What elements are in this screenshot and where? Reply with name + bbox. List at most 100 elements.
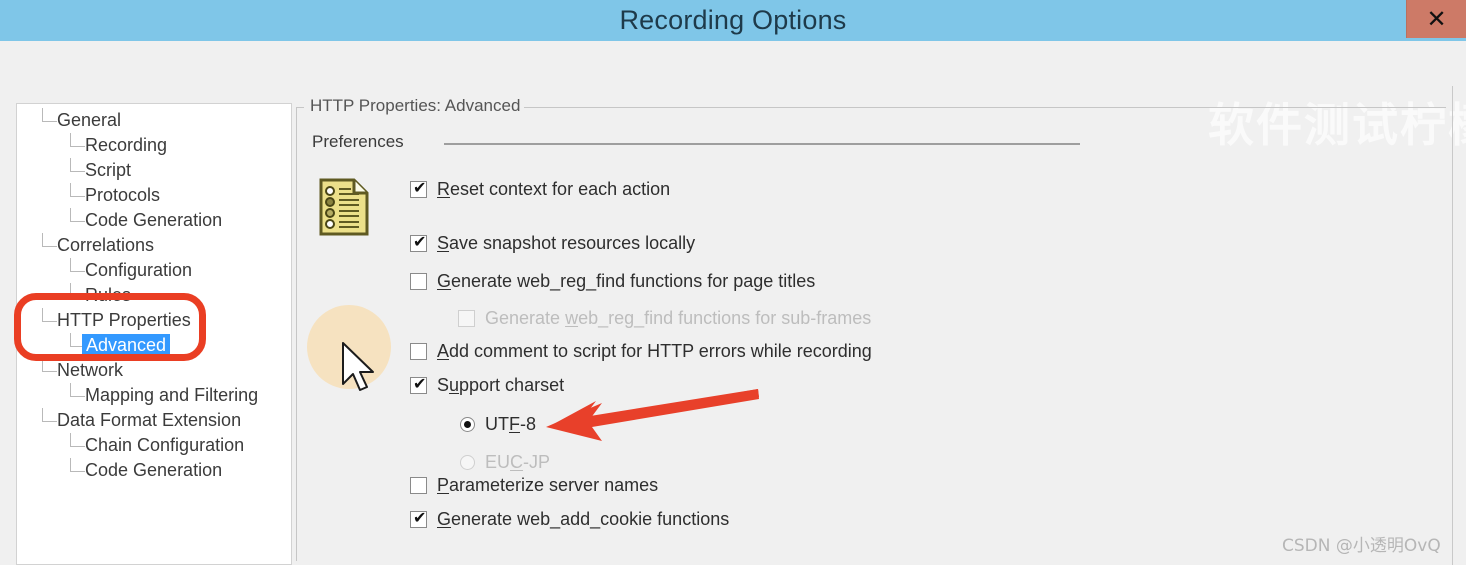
option-label-suffix: -8 xyxy=(520,413,537,434)
tree-item-data-format-extension[interactable]: Data Format Extension xyxy=(17,408,291,433)
tree-item-advanced[interactable]: Advanced xyxy=(17,333,291,358)
tree-item-general[interactable]: General xyxy=(17,108,291,133)
checkbox-generate-web-reg-find-sub-frames: Generate web_reg_find functions for sub-… xyxy=(458,306,871,330)
checkmark-icon: ✔ xyxy=(413,233,427,251)
option-label-suffix: eb_reg_find functions for sub-frames xyxy=(578,307,872,328)
preferences-section-title: Preferences xyxy=(312,132,404,151)
tree-connector xyxy=(42,108,57,122)
checkmark-icon: ✔ xyxy=(413,179,427,197)
checkbox-indicator-icon[interactable] xyxy=(410,476,427,494)
tree-item-label: Mapping and Filtering xyxy=(85,385,259,405)
groupbox-border-side xyxy=(296,107,297,561)
checkbox-indicator-icon[interactable]: ✔ xyxy=(410,179,427,198)
option-label: Reset context for each action xyxy=(437,179,670,200)
option-label-prefix: EU xyxy=(485,451,511,472)
tree-item-label: Script xyxy=(85,160,132,180)
settings-tree-panel[interactable]: General Recording Script Protocols Code Gene… xyxy=(16,103,292,565)
radio-charset-utf-8[interactable]: UTF-8 xyxy=(460,412,536,436)
settings-tree: General Recording Script Protocols Code Gene… xyxy=(17,108,291,483)
option-label-suffix: dd comment to script for HTTP errors whi… xyxy=(449,340,872,361)
checkbox-parameterize-server-names[interactable]: Parameterize server names xyxy=(410,473,658,497)
tree-item-correlations[interactable]: Correlations xyxy=(17,233,291,258)
tree-item-label: Configuration xyxy=(85,260,193,280)
checkbox-reset-context[interactable]: ✔ Reset context for each action xyxy=(410,177,670,201)
tree-item-script[interactable]: Script xyxy=(17,158,291,183)
tree-item-network[interactable]: Network xyxy=(17,358,291,383)
groupbox-border-top xyxy=(472,107,1446,108)
option-label-suffix: enerate web_add_cookie functions xyxy=(451,508,730,529)
tree-connector xyxy=(42,408,57,422)
tree-connector xyxy=(70,158,85,172)
tree-connector xyxy=(70,133,85,147)
checkbox-generate-web-add-cookie[interactable]: ✔ Generate web_add_cookie functions xyxy=(410,507,729,531)
checkbox-add-comment-http-errors[interactable]: Add comment to script for HTTP errors wh… xyxy=(410,339,872,363)
option-label-suffix: -JP xyxy=(523,451,551,472)
tree-item-http-properties[interactable]: HTTP Properties xyxy=(17,308,291,333)
radio-indicator-icon xyxy=(460,454,475,470)
checkbox-indicator-icon[interactable]: ✔ xyxy=(410,233,427,252)
tree-connector xyxy=(70,383,85,397)
tree-item-recording[interactable]: Recording xyxy=(17,133,291,158)
tree-connector xyxy=(42,308,57,322)
title-bar: Recording Options ✕ xyxy=(0,0,1466,41)
tree-item-code-generation[interactable]: Code Generation xyxy=(17,208,291,233)
option-label-prefix: UT xyxy=(485,413,509,434)
option-label-mnemonic: P xyxy=(437,474,450,495)
tree-item-chain-configuration[interactable]: Chain Configuration xyxy=(17,433,291,458)
tree-item-label: Network xyxy=(57,360,124,380)
tree-connector xyxy=(70,283,85,297)
tree-item-label: General xyxy=(57,110,122,130)
checkbox-generate-web-reg-find-page-titles[interactable]: Generate web_reg_find functions for page… xyxy=(410,269,815,293)
option-label: Parameterize server names xyxy=(437,475,658,496)
option-label-mnemonic: G xyxy=(437,270,452,291)
dialog-body: 软件测试柠檬 CSDN @小透明OvQ GeneralRecordingScri… xyxy=(0,41,1466,565)
radio-indicator-icon[interactable] xyxy=(460,416,475,432)
checkbox-indicator-icon xyxy=(458,309,475,327)
tree-item-label: Protocols xyxy=(85,185,161,205)
checkbox-save-snapshot[interactable]: ✔ Save snapshot resources locally xyxy=(410,231,695,255)
checkbox-support-charset[interactable]: ✔ Support charset xyxy=(410,373,564,397)
option-label: EUC-JP xyxy=(485,452,550,473)
close-icon[interactable]: ✕ xyxy=(1406,0,1466,38)
tree-item-label: Code Generation xyxy=(85,210,223,230)
checkbox-indicator-icon[interactable] xyxy=(410,342,427,360)
option-label-mnemonic: R xyxy=(437,178,450,199)
preferences-divider xyxy=(444,143,1080,145)
tree-connector xyxy=(70,433,85,447)
option-label: Add comment to script for HTTP errors wh… xyxy=(437,341,872,362)
tree-item-label: Data Format Extension xyxy=(57,410,242,430)
mouse-cursor-icon xyxy=(341,342,377,394)
tree-connector xyxy=(42,358,57,372)
page-title: Recording Options xyxy=(619,5,847,35)
tree-item-rules[interactable]: Rules xyxy=(17,283,291,308)
checkbox-indicator-icon[interactable]: ✔ xyxy=(410,376,427,394)
option-label-suffix: enerate web_reg_find functions for page … xyxy=(451,270,816,291)
tree-item-configuration[interactable]: Configuration xyxy=(17,258,291,283)
option-label-mnemonic: u xyxy=(449,374,460,395)
tree-item-code-generation[interactable]: Code Generation xyxy=(17,458,291,483)
option-label: Generate web_reg_find functions for page… xyxy=(437,271,815,292)
option-label-mnemonic: C xyxy=(510,451,524,472)
option-label: Support charset xyxy=(437,375,564,396)
tree-item-label: Code Generation xyxy=(85,460,223,480)
recording-options-dialog: Recording Options ✕ 软件测试柠檬 CSDN @小透明OvQ … xyxy=(0,0,1466,565)
option-label: Generate web_reg_find functions for sub-… xyxy=(485,308,871,329)
tree-connector xyxy=(70,258,85,272)
tree-item-label: Rules xyxy=(85,285,132,305)
option-label-mnemonic: A xyxy=(437,340,450,361)
option-label-suffix: eset context for each action xyxy=(450,178,671,199)
checkbox-indicator-icon[interactable]: ✔ xyxy=(410,510,427,528)
option-label: Save snapshot resources locally xyxy=(437,233,695,254)
tree-item-protocols[interactable]: Protocols xyxy=(17,183,291,208)
option-label-mnemonic: G xyxy=(437,508,452,529)
tree-item-label: Advanced xyxy=(82,334,171,357)
document-checklist-icon xyxy=(318,177,370,237)
checkbox-indicator-icon[interactable] xyxy=(410,272,427,290)
tree-connector xyxy=(42,233,57,247)
tree-item-mapping-and-filtering[interactable]: Mapping and Filtering xyxy=(17,383,291,408)
option-label-suffix: ave snapshot resources locally xyxy=(449,232,696,253)
option-label-suffix: arameterize server names xyxy=(449,474,659,495)
option-label-suffix: pport charset xyxy=(459,374,565,395)
tree-item-label: HTTP Properties xyxy=(57,310,191,330)
tree-connector xyxy=(70,458,85,472)
